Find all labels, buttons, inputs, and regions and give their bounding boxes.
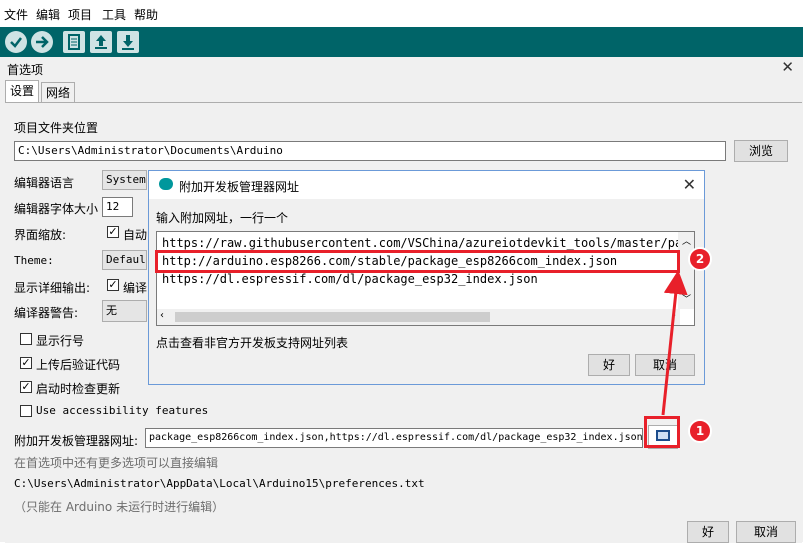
step-badge-2: 2 xyxy=(688,247,712,271)
theme-select[interactable]: Default xyxy=(102,250,147,270)
tab-network[interactable]: 网络 xyxy=(41,82,76,103)
scroll-left-icon[interactable]: ‹ xyxy=(160,310,164,321)
highlight-box-button xyxy=(644,416,680,448)
toolbar xyxy=(0,27,803,57)
menu-edit[interactable]: 编辑 xyxy=(36,6,60,23)
menu-help[interactable]: 帮助 xyxy=(134,6,158,23)
check-updates-label: 启动时检查更新 xyxy=(36,382,121,396)
editor-language-select[interactable]: System xyxy=(102,170,147,190)
sketchbook-label: 项目文件夹位置 xyxy=(14,121,99,135)
save-icon[interactable] xyxy=(117,31,139,53)
theme-label: Theme: xyxy=(14,254,54,267)
step-badge-1: 1 xyxy=(688,419,712,443)
close-icon[interactable]: ✕ xyxy=(781,58,794,76)
browse-button[interactable]: 浏览 xyxy=(734,140,788,162)
edit-note: （只能在 Arduino 未运行时进行编辑） xyxy=(14,500,225,514)
menu-file[interactable]: 文件 xyxy=(4,6,28,23)
verify-upload-label: 上传后验证代码 xyxy=(36,358,121,372)
scroll-thumb[interactable] xyxy=(175,312,490,322)
prefs-file-path: C:\Users\Administrator\AppData\Local\Ard… xyxy=(14,477,425,490)
dialog-ok-button[interactable]: 好 xyxy=(588,354,630,376)
scale-auto-checkbox[interactable]: ✓ xyxy=(107,226,119,238)
urls-textarea[interactable]: https://raw.githubusercontent.com/VSChin… xyxy=(156,231,695,326)
more-prefs-note: 在首选项中还有更多选项可以直接编辑 xyxy=(14,456,219,470)
verbose-label: 显示详细输出: xyxy=(14,281,91,295)
font-size-label: 编辑器字体大小 xyxy=(14,202,99,216)
scale-label: 界面缩放: xyxy=(14,228,67,242)
arrow-annotation xyxy=(661,270,688,416)
arduino-logo-icon xyxy=(159,178,173,190)
line-numbers-label: 显示行号 xyxy=(36,334,85,348)
window-title: 首选项 xyxy=(7,63,44,77)
verify-upload-checkbox[interactable]: ✓ xyxy=(20,357,32,369)
sketchbook-path-field[interactable]: C:\Users\Administrator\Documents\Arduino xyxy=(14,141,726,161)
unofficial-list-link[interactable]: 点击查看非官方开发板支持网址列表 xyxy=(156,334,348,351)
tab-settings[interactable]: 设置 xyxy=(5,80,40,103)
verify-icon[interactable] xyxy=(5,31,27,53)
accessibility-label: Use accessibility features xyxy=(36,404,209,417)
url-line: https://dl.espressif.com/dl/package_esp3… xyxy=(162,272,538,286)
dialog-title: 附加开发板管理器网址 xyxy=(179,180,300,194)
ok-button[interactable]: 好 xyxy=(687,521,729,543)
horizontal-scrollbar[interactable]: ‹ › xyxy=(157,309,680,325)
cancel-button[interactable]: 取消 xyxy=(736,521,796,543)
highlight-box-url xyxy=(155,250,680,273)
scale-auto-label: 自动 xyxy=(123,228,148,242)
editor-language-label: 编辑器语言 xyxy=(14,176,75,190)
board-urls-field[interactable]: package_esp8266com_index.json,https://dl… xyxy=(145,428,643,448)
menu-bar: 文件 编辑 项目 工具 帮助 xyxy=(0,0,803,27)
font-size-field[interactable]: 12 xyxy=(102,197,133,217)
upload-icon[interactable] xyxy=(31,31,53,53)
new-icon[interactable] xyxy=(63,31,85,53)
verbose-compile-checkbox[interactable]: ✓ xyxy=(107,279,119,291)
warnings-label: 编译器警告: xyxy=(14,306,79,320)
line-numbers-checkbox[interactable] xyxy=(20,333,32,345)
board-urls-dialog: 附加开发板管理器网址 ✕ 输入附加网址，一行一个 https://raw.git… xyxy=(148,170,705,385)
dialog-instruction: 输入附加网址，一行一个 xyxy=(156,211,289,225)
menu-sketch[interactable]: 项目 xyxy=(68,6,92,23)
accessibility-checkbox[interactable] xyxy=(20,405,32,417)
url-line: https://raw.githubusercontent.com/VSChin… xyxy=(162,236,695,250)
board-urls-label: 附加开发板管理器网址: xyxy=(14,434,139,448)
check-updates-checkbox[interactable]: ✓ xyxy=(20,381,32,393)
open-icon[interactable] xyxy=(90,31,112,53)
dialog-close-icon[interactable]: ✕ xyxy=(683,175,696,194)
scroll-up-icon[interactable]: ︿ xyxy=(682,234,691,247)
verbose-compile-label: 编译 xyxy=(123,281,148,295)
dialog-title-bar: 附加开发板管理器网址 ✕ xyxy=(149,171,704,199)
menu-tools[interactable]: 工具 xyxy=(102,6,126,23)
warnings-select[interactable]: 无 xyxy=(102,300,147,322)
